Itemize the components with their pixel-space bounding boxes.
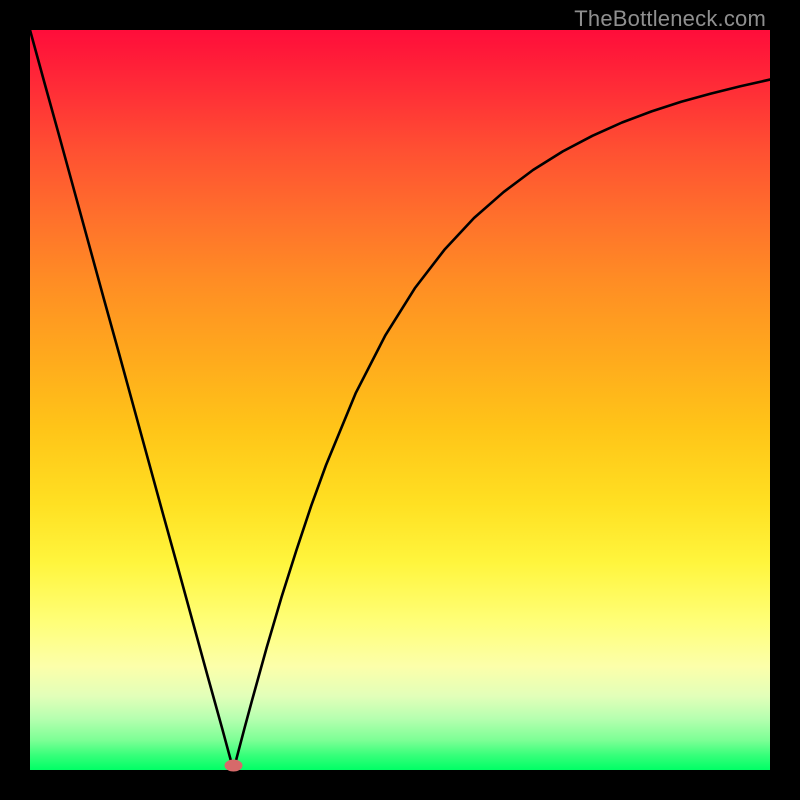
chart-frame: TheBottleneck.com (0, 0, 800, 800)
minimum-marker (225, 760, 243, 772)
bottleneck-curve (30, 30, 770, 770)
watermark-text: TheBottleneck.com (574, 6, 766, 32)
plot-area (30, 30, 770, 770)
curve-svg (30, 30, 770, 770)
